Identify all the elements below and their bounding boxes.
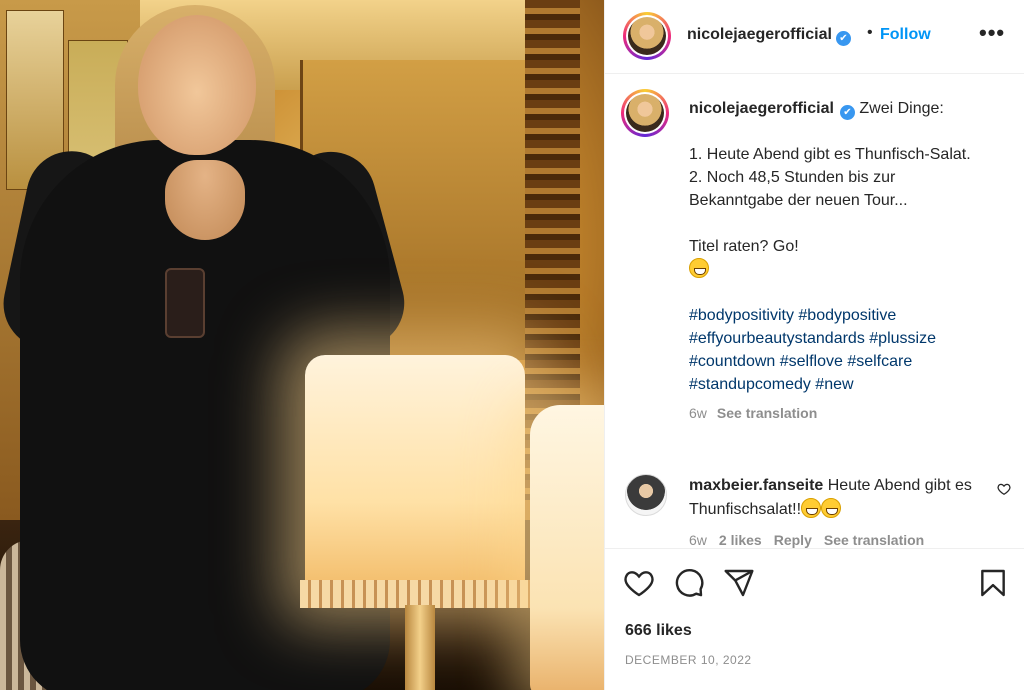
caption-username[interactable]: nicolejaegerofficial: [689, 100, 834, 117]
comment-likes[interactable]: 2 likes: [719, 532, 762, 548]
commenter-avatar[interactable]: [625, 474, 667, 516]
photo-lamp: [530, 405, 604, 690]
bookmark-icon[interactable]: [977, 567, 1011, 601]
comment-icon[interactable]: [673, 567, 707, 601]
photo-phone: [165, 268, 205, 338]
post-header: nicolejaegerofficial ✔ • Follow •••: [605, 0, 1024, 74]
avatar-image: [628, 17, 666, 55]
separator-dot: •: [867, 24, 873, 41]
caption-meta: 6w See translation: [689, 402, 989, 425]
heart-icon[interactable]: [623, 567, 657, 601]
caption-time: 6w: [689, 405, 707, 421]
post-sidebar: nicolejaegerofficial ✔ • Follow ••• nicol…: [604, 0, 1024, 690]
photo-lamp: [305, 355, 525, 600]
photo-neckline: [165, 160, 245, 240]
comment-text: maxbeier.fanseite Heute Abend gibt es Th…: [689, 474, 989, 522]
caption-line: 1. Heute Abend gibt es Thunfisch-Salat.: [689, 146, 971, 163]
caption-hashtags[interactable]: #bodypositivity #bodypositive #effyourbe…: [689, 304, 989, 396]
photo-lamp-base: [405, 605, 435, 690]
see-translation-link[interactable]: See translation: [717, 405, 817, 421]
commenter-username[interactable]: maxbeier.fanseite: [689, 477, 823, 494]
avatar-image: [626, 94, 664, 132]
post-photo[interactable]: [0, 0, 604, 690]
avatar[interactable]: [623, 12, 671, 60]
see-translation-link[interactable]: See translation: [824, 532, 924, 548]
follow-button[interactable]: Follow: [880, 26, 931, 44]
caption-line: Titel raten? Go!: [689, 238, 799, 255]
caption-line: 2. Noch 48,5 Stunden bis zur Bekanntgabe…: [689, 169, 908, 209]
verified-badge-icon: ✔: [839, 105, 855, 120]
photo-lamp-fringe: [300, 580, 530, 608]
reply-button[interactable]: Reply: [774, 532, 812, 548]
likes-count[interactable]: 666 likes: [625, 622, 692, 640]
comment-like-icon[interactable]: [997, 482, 1011, 499]
comment-meta: 6w 2 likes Reply See translation: [689, 532, 936, 548]
more-options-icon[interactable]: •••: [979, 20, 1005, 46]
comments-section[interactable]: nicolejaegerofficial ✔ Zwei Dinge: 1. Heu…: [605, 75, 1024, 548]
post-actions: 666 likes DECEMBER 10, 2022: [605, 548, 1024, 690]
caption-intro: Zwei Dinge:: [859, 100, 944, 117]
comment-time: 6w: [689, 532, 707, 548]
photo-face: [138, 15, 256, 155]
verified-badge-icon: ✔: [835, 31, 851, 46]
grinning-face-icon: [821, 498, 842, 518]
post-date: DECEMBER 10, 2022: [625, 653, 752, 667]
username-text[interactable]: nicolejaegerofficial: [687, 26, 832, 43]
header-username[interactable]: nicolejaegerofficial ✔: [687, 26, 851, 46]
grinning-face-icon: [689, 258, 709, 278]
caption-text: nicolejaegerofficial ✔ Zwei Dinge: 1. Heu…: [689, 97, 989, 425]
laughing-face-icon: [801, 498, 822, 518]
comment-item: maxbeier.fanseite Heute Abend gibt es Th…: [605, 470, 1024, 548]
avatar[interactable]: [621, 89, 669, 137]
share-icon[interactable]: [723, 567, 757, 601]
